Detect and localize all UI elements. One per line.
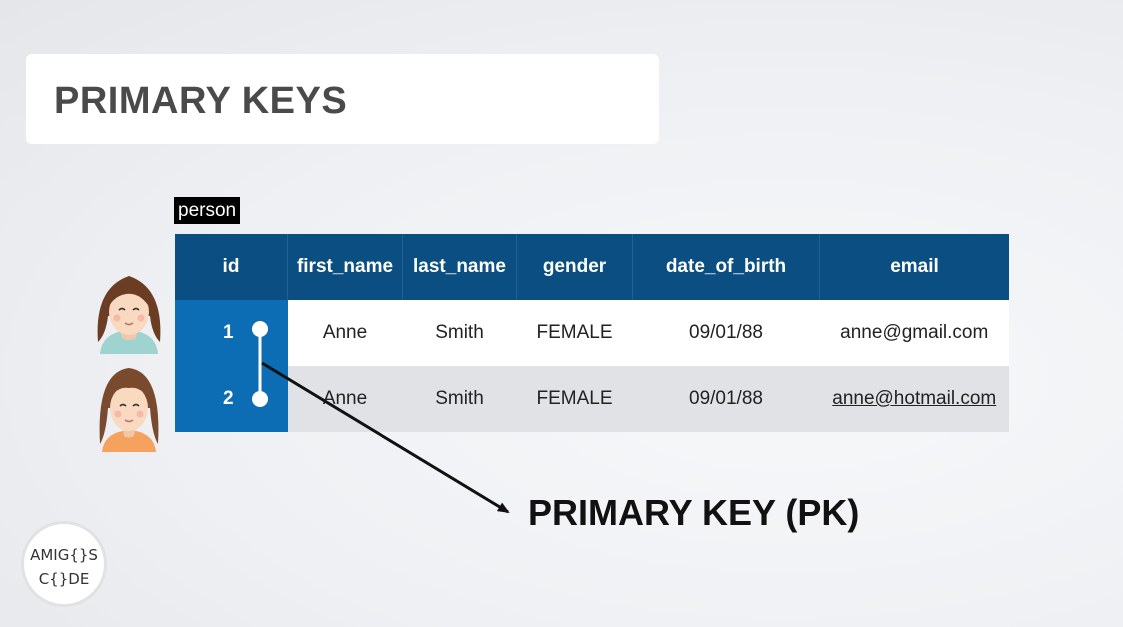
connector-dot <box>252 391 268 407</box>
amigoscode-logo: AMIG{}S C{}DE <box>21 521 107 607</box>
connector-dot <box>252 321 268 337</box>
arrow-icon <box>261 361 510 514</box>
logo-line-1: AMIG{}S <box>30 546 98 564</box>
logo-line-2: C{}DE <box>38 570 90 588</box>
primary-key-label: PRIMARY KEY (PK) <box>528 492 860 533</box>
